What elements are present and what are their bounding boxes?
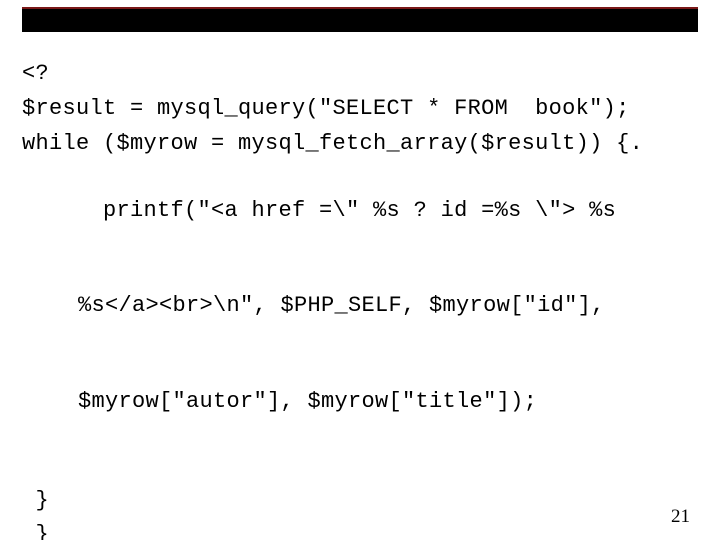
slide-body: <? $result = mysql_query("SELECT * FROM …	[22, 58, 698, 540]
code-line-2: $result = mysql_query("SELECT * FROM boo…	[22, 93, 698, 125]
code-line-5: }	[22, 485, 698, 517]
code-line-3: while ($myrow = mysql_fetch_array($resul…	[22, 128, 698, 160]
code-line-6: }	[22, 519, 698, 540]
title-bar	[22, 9, 698, 32]
code-line-4b: %s</a><br>\n", $PHP_SELF, $myrow["id"],	[22, 290, 698, 322]
page-number: 21	[671, 506, 690, 528]
slide: <? $result = mysql_query("SELECT * FROM …	[0, 0, 720, 540]
code-line-4c: $myrow["autor"], $myrow["title"]);	[22, 386, 698, 418]
code-line-4: printf("<a href =\" %s ? id =%s \"> %s %…	[22, 163, 698, 482]
code-line-1: <?	[22, 58, 698, 90]
code-line-4a: printf("<a href =\" %s ? id =%s \"> %s	[103, 198, 616, 223]
